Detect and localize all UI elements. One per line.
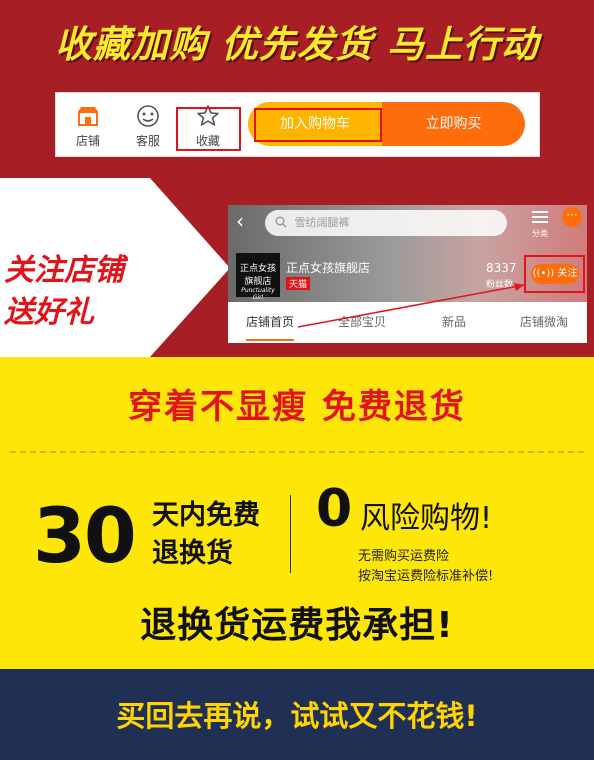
dashed-divider [10,451,584,453]
follow-slogan-line2: 送好礼 [4,295,94,330]
days-line1: 天内免费 [152,500,260,531]
try-it-headline: 买回去再说，试试又不花钱! [116,699,478,733]
top-strip [0,171,594,178]
zero-number: 0 [316,479,353,539]
pointer-arrow [297,283,525,328]
note-line1: 无需购买运费险 [358,549,450,564]
buy-now-label: 立即购买 [425,116,482,132]
days-line2: 退换货 [152,538,233,569]
add-to-cart-highlight-box [254,108,382,142]
collect-cart-headline: 收藏加购 优先发货 马上行动 [55,23,539,66]
shipping-cost-text: 退换货运费我承担! [140,605,454,646]
collect-cart-section: 收藏加购 优先发货 马上行动 店铺 客服 收藏 加入购物车 立即购买 [0,0,594,171]
days-number: 30 [33,491,137,580]
free-return-section: 穿着不显瘦 免费退货 [0,357,594,451]
zero-risk-text: 风险购物! [360,501,493,536]
product-action-bar: 店铺 客服 收藏 加入购物车 立即购买 [55,92,540,157]
service-icon [126,103,170,129]
shop-screenshot: ‹ 雪纺阔腿裤 分类 ··· 正点女孩旗舰店 Punctuality Girl … [228,205,587,343]
shop-icon [66,103,110,129]
service-label: 客服 [135,134,160,148]
return-policy-section: 30 天内免费 退换货 0 风险购物! 无需购买运费险 按淘宝运费险标准补偿! … [0,451,594,669]
favorite-highlight-box [176,107,241,151]
follow-slogan-line1: 关注店铺 [4,253,124,288]
shop-button[interactable]: 店铺 [66,99,110,151]
customer-service-button[interactable]: 客服 [126,99,170,151]
shop-label: 店铺 [75,134,100,148]
vertical-divider [290,495,291,573]
follow-shop-section: 关注店铺 送好礼 ‹ 雪纺阔腿裤 分类 ··· 正点女孩旗舰店 Punctual… [0,171,594,357]
free-return-headline: 穿着不显瘦 免费退货 [128,387,466,427]
try-it-section: 买回去再说，试试又不花钱! [0,669,594,760]
note-line2: 按淘宝运费险标准补偿! [358,569,494,584]
